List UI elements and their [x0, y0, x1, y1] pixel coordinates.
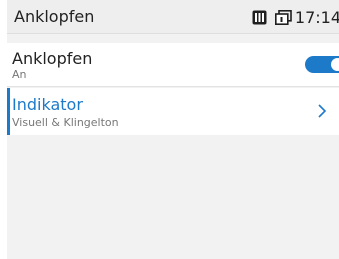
screen-title: Anklopfen — [14, 7, 95, 26]
setting-subtitle: An — [12, 68, 27, 81]
toggle-knob — [331, 58, 339, 71]
setting-call-waiting[interactable]: Anklopfen An — [7, 43, 339, 87]
left-edge — [0, 0, 7, 259]
status-time: 17:14 — [294, 7, 339, 27]
selection-indicator — [7, 88, 10, 135]
call-waiting-toggle[interactable] — [305, 56, 339, 73]
window-icon — [274, 9, 292, 25]
sim-card-icon — [252, 10, 267, 24]
phone-screen: Anklopfen 17:14 Anklopfen An Indikator V… — [0, 0, 339, 259]
setting-indicator[interactable]: Indikator Visuell & Klingelton — [7, 88, 339, 135]
status-bar: Anklopfen 17:14 — [7, 0, 339, 34]
setting-title: Anklopfen — [12, 49, 93, 68]
setting-title: Indikator — [12, 95, 83, 114]
setting-subtitle: Visuell & Klingelton — [12, 116, 119, 129]
status-indicators: 17:14 — [252, 0, 339, 34]
chevron-right-icon — [318, 104, 327, 118]
